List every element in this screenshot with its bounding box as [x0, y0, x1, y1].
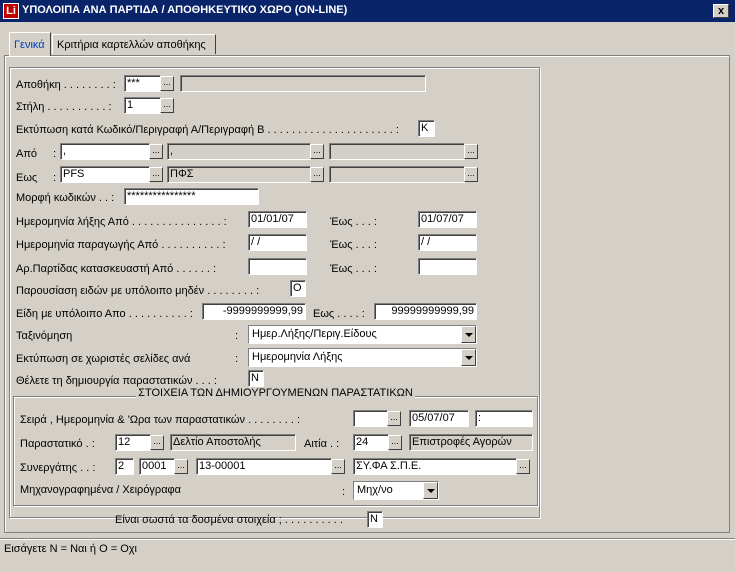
confirm-label: Είναι σωστά τα δοσμένα στοιχεία ; . . . …: [115, 514, 343, 526]
chevron-down-icon[interactable]: [461, 349, 476, 366]
tab-warehouse-card-criteria[interactable]: Κριτήρια καρτελλών αποθήκης: [52, 34, 216, 54]
doc-series-label: Σειρά , Ημερομηνία & 'Ωρα των παραστατικ…: [20, 414, 301, 426]
main-window: Li ΥΠΟΛΟΙΠΑ ΑΝΑ ΠΑΡΤΙΔΑ / ΑΠΟΘΗΚΕΥΤΙΚΟ Χ…: [0, 0, 735, 572]
to-colon: :: [53, 172, 57, 184]
from-code-lookup-button[interactable]: ...: [149, 144, 163, 159]
tab-general[interactable]: Γενικά: [9, 32, 51, 56]
expiry-date-to-label: Έως . . . :: [330, 216, 377, 228]
zero-balance-label: Παρουσίαση ειδών με υπόλοιπο μηδέν . . .…: [16, 285, 260, 297]
partner-name-lookup-button[interactable]: ...: [516, 459, 530, 474]
partner-type-input[interactable]: 2: [115, 458, 134, 475]
column-input[interactable]: 1: [124, 97, 161, 114]
warehouse-input[interactable]: ***: [124, 75, 161, 92]
to-desc-a-lookup-button[interactable]: ...: [310, 167, 324, 182]
from-code-input[interactable]: ,: [60, 143, 150, 160]
create-docs-input[interactable]: N: [248, 370, 264, 387]
from-description-a: ,: [167, 143, 311, 160]
from-desc-b-lookup-button[interactable]: ...: [464, 144, 478, 159]
page-break-colon: :: [235, 353, 239, 365]
to-desc-b-lookup-button[interactable]: ...: [464, 167, 478, 182]
partner-code-lookup-button[interactable]: ...: [331, 459, 345, 474]
from-description-b: [329, 143, 465, 160]
balance-range-label: Είδη με υπόλοιπο Απο . . . . . . . . . .…: [16, 308, 193, 320]
doc-time-input[interactable]: :: [475, 410, 533, 427]
partner-code-input[interactable]: 13-00001: [196, 458, 332, 475]
manufacturer-lot-from-input[interactable]: [248, 258, 307, 275]
from-colon: :: [53, 148, 57, 160]
from-label: Από: [16, 148, 38, 160]
reason-label: Αιτία . :: [304, 438, 340, 450]
warehouse-description: [180, 75, 426, 92]
page-break-value: Ημερομηνία Λήξης: [252, 351, 343, 363]
sorting-colon: :: [235, 330, 239, 342]
balance-to-label: Εως . . . . :: [313, 308, 365, 320]
mechanized-select[interactable]: Μηχ/νο: [353, 481, 439, 500]
chevron-down-icon[interactable]: [461, 326, 476, 343]
partner-label: Συνεργάτης . . :: [20, 462, 96, 474]
close-button[interactable]: x: [713, 4, 729, 18]
doc-type-lookup-button[interactable]: ...: [150, 435, 164, 450]
warehouse-lookup-button[interactable]: ...: [160, 76, 174, 91]
warehouse-label: Αποθήκη . . . . . . . . :: [16, 79, 116, 91]
status-divider: [0, 538, 735, 540]
documents-group-title: ΣΤΟΙΧΕΙΑ ΤΩΝ ΔΗΜΙΟΥΡΓΟΥΜΕΝΩΝ ΠΑΡΑΣΤΑΤΙΚΩ…: [136, 387, 415, 399]
code-format-label: Μορφή κωδικών . . :: [16, 192, 115, 204]
column-label: Στήλη . . . . . . . . . . :: [16, 101, 112, 113]
reason-lookup-button[interactable]: ...: [388, 435, 402, 450]
to-code-input[interactable]: PFS: [60, 166, 150, 183]
reason-description: Επιστροφές Αγορών: [409, 434, 533, 451]
mechanized-colon: :: [342, 486, 346, 498]
partner-branch-input[interactable]: 0001: [139, 458, 175, 475]
manufacturer-lot-label: Αρ.Παρτίδας κατασκευαστή Από . . . . . .…: [16, 263, 217, 275]
doc-series-input[interactable]: [353, 410, 388, 427]
manufacturer-lot-to-input[interactable]: [418, 258, 477, 275]
doc-type-input[interactable]: 12: [115, 434, 151, 451]
expiry-date-to-input[interactable]: 01/07/07: [418, 211, 477, 228]
to-description-a: ΠΦΣ: [167, 166, 311, 183]
window-title: ΥΠΟΛΟΙΠΑ ΑΝΑ ΠΑΡΤΙΔΑ / ΑΠΟΘΗΚΕΥΤΙΚΟ ΧΩΡΟ…: [22, 4, 348, 16]
production-date-to-label: Έως . . . :: [330, 239, 377, 251]
balance-to-input[interactable]: 99999999999,99: [374, 303, 477, 320]
column-lookup-button[interactable]: ...: [160, 98, 174, 113]
zero-balance-input[interactable]: O: [290, 280, 306, 297]
code-format-input[interactable]: ****************: [124, 188, 259, 205]
app-icon: Li: [3, 3, 19, 19]
doc-series-lookup-button[interactable]: ...: [387, 411, 401, 426]
from-desc-a-lookup-button[interactable]: ...: [310, 144, 324, 159]
title-bar: Li ΥΠΟΛΟΙΠΑ ΑΝΑ ΠΑΡΤΙΔΑ / ΑΠΟΘΗΚΕΥΤΙΚΟ Χ…: [0, 0, 735, 22]
mechanized-label: Μηχανογραφημένα / Χειρόγραφα: [20, 484, 182, 496]
to-code-lookup-button[interactable]: ...: [149, 167, 163, 182]
expiry-date-label: Ημερομηνία λήξης Από . . . . . . . . . .…: [16, 216, 227, 228]
chevron-down-icon[interactable]: [423, 482, 438, 499]
to-description-b: [329, 166, 465, 183]
reason-input[interactable]: 24: [353, 434, 389, 451]
print-by-input[interactable]: K: [418, 120, 435, 137]
to-label: Εως: [16, 172, 38, 184]
confirm-input[interactable]: N: [367, 511, 383, 528]
print-by-label: Εκτύπωση κατά Κωδικό/Περιγραφή Α/Περιγρα…: [16, 124, 399, 136]
partner-branch-lookup-button[interactable]: ...: [174, 459, 188, 474]
manufacturer-lot-to-label: Έως . . . :: [330, 263, 377, 275]
page-break-select[interactable]: Ημερομηνία Λήξης: [248, 348, 477, 367]
doc-type-label: Παραστατικό . :: [20, 438, 95, 450]
production-date-from-input[interactable]: / /: [248, 234, 307, 251]
doc-date-input[interactable]: 05/07/07: [409, 410, 469, 427]
partner-name-input[interactable]: ΣΥ.ΦΑ Σ.Π.Ε.: [353, 458, 517, 475]
sorting-value: Ημερ.Λήξης/Περιγ.Είδους: [252, 328, 377, 340]
production-date-label: Ημερομηνία παραγωγής Από . . . . . . . .…: [16, 239, 226, 251]
expiry-date-from-input[interactable]: 01/01/07: [248, 211, 307, 228]
status-text: Εισάγετε N = Ναι ή O = Οχι: [4, 543, 137, 555]
doc-type-description: Δελτίο Αποστολής: [170, 434, 296, 451]
production-date-to-input[interactable]: / /: [418, 234, 477, 251]
page-break-label: Εκτύπωση σε χωριστές σελίδες ανά: [16, 353, 191, 365]
sorting-select[interactable]: Ημερ.Λήξης/Περιγ.Είδους: [248, 325, 477, 344]
mechanized-value: Μηχ/νο: [357, 484, 393, 496]
balance-from-input[interactable]: -9999999999,99: [202, 303, 306, 320]
sorting-label: Ταξινόμηση: [16, 330, 73, 342]
